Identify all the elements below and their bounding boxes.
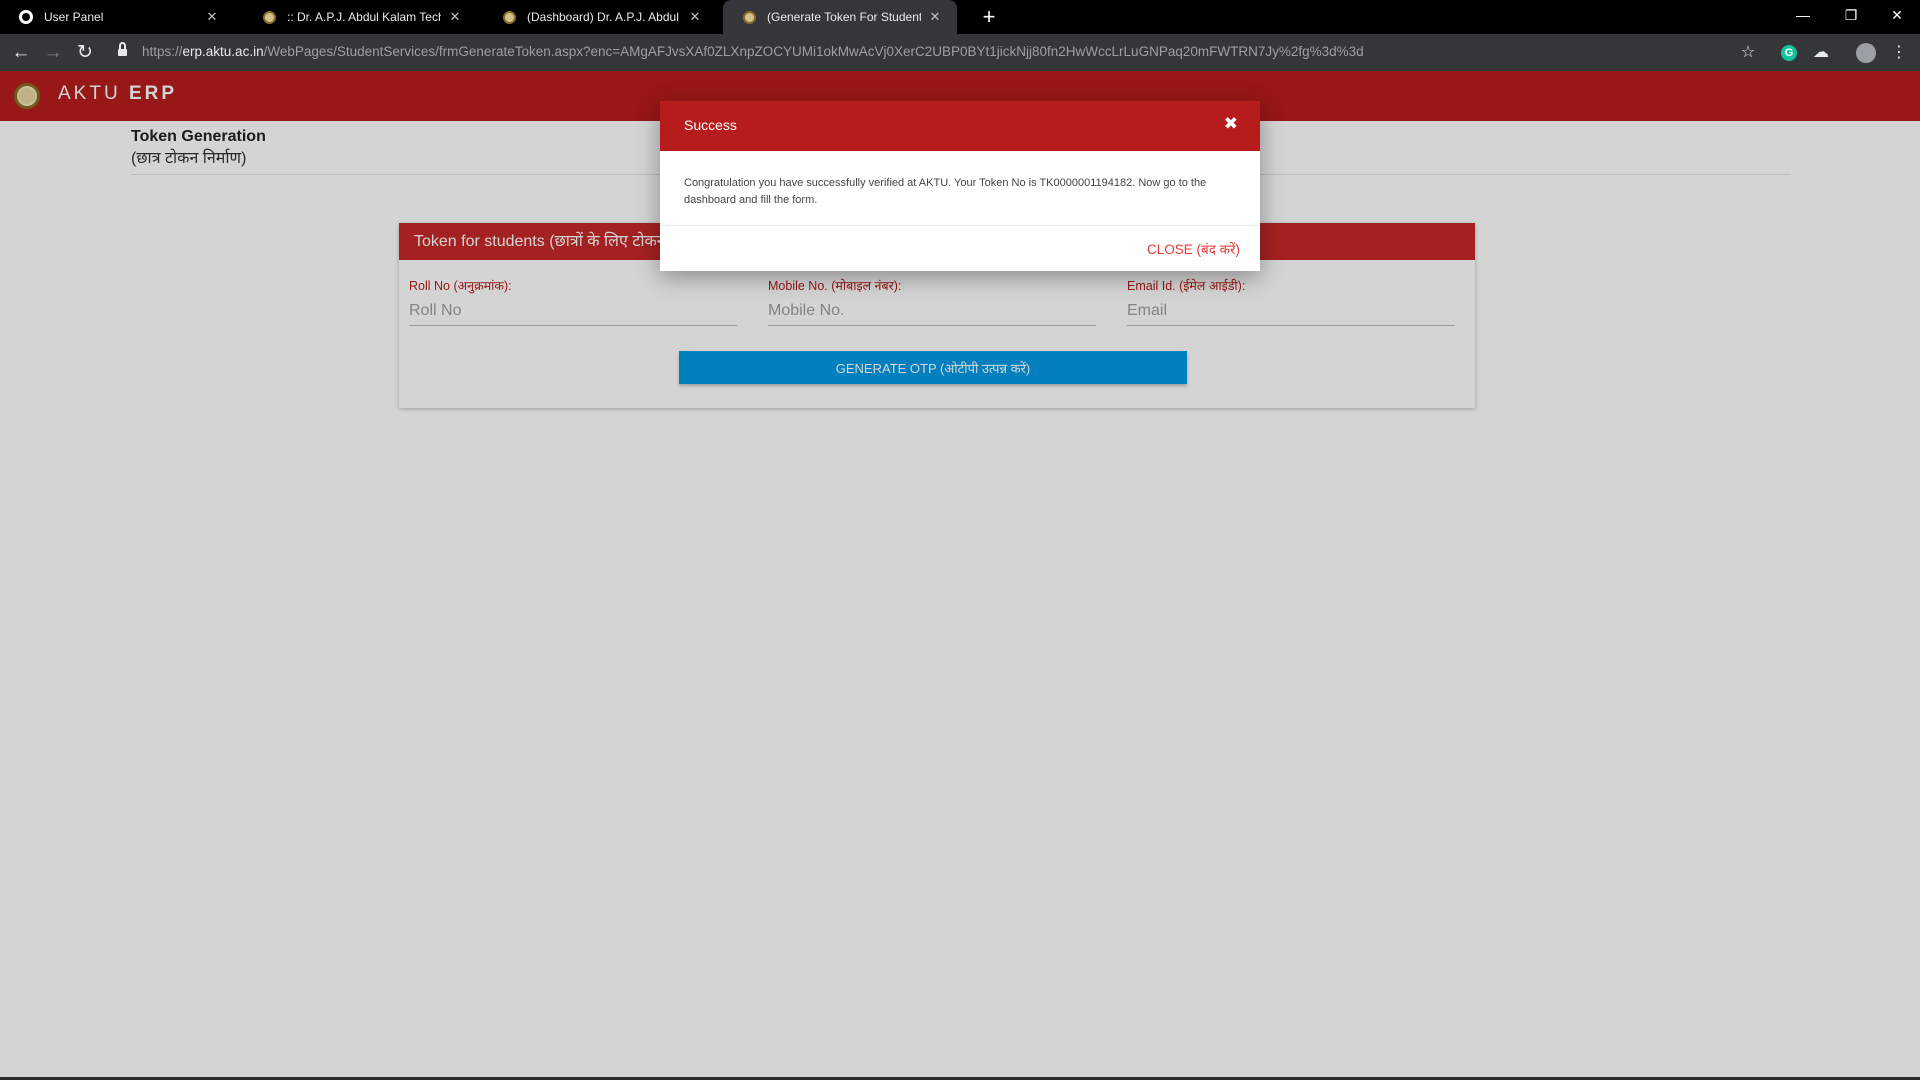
tab-close-icon[interactable]: ✕: [687, 9, 703, 25]
lock-icon: [118, 42, 127, 58]
tab-title: (Generate Token For Student Ser: [767, 10, 921, 24]
browser-toolbar: ← → ↻ https://erp.aktu.ac.in/WebPages/St…: [0, 34, 1920, 71]
dialog-title: Success: [684, 117, 737, 133]
browser-tab-bar: User Panel ✕ :: Dr. A.P.J. Abdul Kalam T…: [0, 0, 1920, 34]
aktu-seal-icon: [261, 9, 277, 25]
dialog-header: Success ✖: [660, 101, 1260, 151]
web-page: AKTU ERP Token Generation (छात्र टोकन नि…: [0, 71, 1920, 1080]
grammarly-extension-icon[interactable]: G: [1781, 45, 1797, 61]
tab-title: :: Dr. A.P.J. Abdul Kalam Technical: [287, 10, 441, 24]
incognito-extension-icon[interactable]: ☁: [1810, 42, 1832, 64]
browser-tab-generate-token[interactable]: (Generate Token For Student Ser ✕: [723, 0, 957, 34]
bookmark-star-icon[interactable]: ☆: [1737, 42, 1759, 64]
profile-avatar[interactable]: [1856, 43, 1876, 63]
url-path: /WebPages/StudentServices/frmGenerateTok…: [263, 44, 1364, 59]
minimize-icon[interactable]: —: [1780, 0, 1826, 30]
url-host: erp.aktu.ac.in: [182, 44, 264, 59]
url-scheme: https://: [142, 44, 183, 59]
aktu-seal-icon: [501, 9, 517, 25]
tab-title: (Dashboard) Dr. A.P.J. Abdul Kala: [527, 10, 681, 24]
close-button[interactable]: CLOSE (बंद करें): [1147, 240, 1240, 258]
forward-arrow-icon[interactable]: →: [40, 40, 66, 66]
browser-tab-user-panel[interactable]: User Panel ✕: [0, 0, 234, 34]
browser-tab-dashboard[interactable]: (Dashboard) Dr. A.P.J. Abdul Kala ✕: [483, 0, 717, 34]
tab-title: User Panel: [44, 10, 104, 24]
restore-icon[interactable]: ❐: [1828, 0, 1874, 30]
window-close-icon[interactable]: ✕: [1874, 0, 1920, 30]
close-icon[interactable]: ✖: [1224, 114, 1238, 134]
tab-close-icon[interactable]: ✕: [927, 9, 943, 25]
reload-icon[interactable]: ↻: [72, 40, 98, 66]
dialog-message: Congratulation you have successfully ver…: [684, 177, 1207, 206]
menu-kebab-icon[interactable]: ⋮: [1888, 42, 1910, 64]
dialog-divider: [660, 225, 1260, 226]
aktu-seal-icon: [741, 9, 757, 25]
success-dialog: Success ✖ Congratulation you have succes…: [660, 101, 1260, 271]
browser-tab-aktu-home[interactable]: :: Dr. A.P.J. Abdul Kalam Technical ✕: [243, 0, 477, 34]
address-bar[interactable]: https://erp.aktu.ac.in/WebPages/StudentS…: [142, 44, 1364, 59]
tab-close-icon[interactable]: ✕: [447, 9, 463, 25]
tab-close-icon[interactable]: ✕: [204, 9, 220, 25]
globe-icon: [18, 9, 34, 25]
new-tab-plus-icon[interactable]: +: [976, 4, 1002, 30]
back-arrow-icon[interactable]: ←: [8, 40, 34, 66]
